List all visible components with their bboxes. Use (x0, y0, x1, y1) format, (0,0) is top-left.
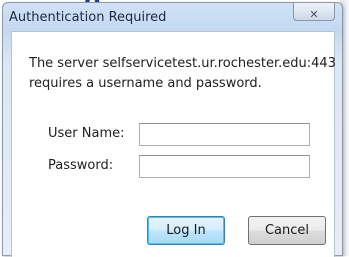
password-input[interactable] (139, 155, 310, 178)
close-button[interactable]: ✕ (293, 3, 335, 21)
auth-message: The server selfservicetest.ur.rochester.… (29, 54, 336, 94)
login-button[interactable]: Log In (147, 216, 225, 245)
dialog-title: Authentication Required (9, 10, 167, 25)
username-input[interactable] (139, 123, 310, 146)
auth-message-line-1: The server selfservicetest.ur.rochester.… (29, 56, 336, 71)
authentication-dialog: Authentication Required ✕ The server sel… (2, 2, 343, 257)
password-label: Password: (48, 158, 114, 173)
dialog-body: The server selfservicetest.ur.rochester.… (11, 31, 336, 257)
username-label: User Name: (48, 126, 125, 141)
dialog-titlebar[interactable]: Authentication Required ✕ (3, 3, 342, 27)
auth-message-line-2: requires a username and password. (29, 76, 262, 91)
cancel-button[interactable]: Cancel (248, 216, 326, 245)
close-icon: ✕ (309, 8, 319, 21)
